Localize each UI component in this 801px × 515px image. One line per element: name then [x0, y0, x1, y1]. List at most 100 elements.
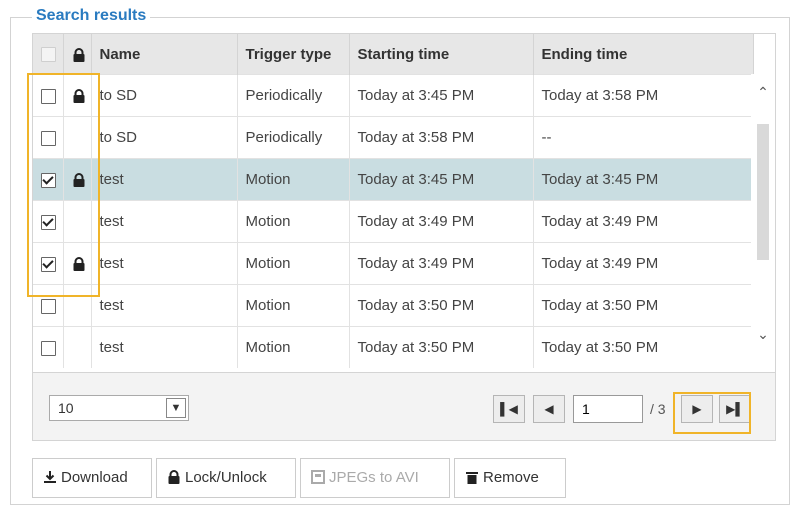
table-row[interactable]: to SD Periodically Today at 3:58 PM --: [33, 116, 754, 159]
row-checkbox-cell[interactable]: [33, 242, 64, 285]
row-checkbox[interactable]: [41, 88, 56, 104]
row-checkbox-cell[interactable]: [33, 158, 64, 201]
cell-ending-time: Today at 3:58 PM: [533, 74, 754, 117]
row-checkbox[interactable]: [41, 130, 56, 146]
cell-name: to SD: [91, 116, 238, 159]
cell-ending-time: Today at 3:45 PM: [533, 158, 754, 201]
last-page-icon: ▶▌: [726, 402, 744, 416]
row-lock-cell: [63, 200, 92, 243]
row-checkbox-cell[interactable]: [33, 200, 64, 243]
previous-page-icon: ◀: [544, 402, 554, 416]
row-checkbox-cell[interactable]: [33, 116, 64, 159]
page-number-input[interactable]: [573, 395, 643, 423]
next-page-icon: ▶: [692, 402, 702, 416]
row-checkbox[interactable]: [41, 340, 56, 356]
table-row[interactable]: test Motion Today at 3:45 PM Today at 3:45 …: [33, 158, 754, 201]
cell-trigger-type: Motion: [237, 158, 350, 201]
cell-name: test: [91, 284, 238, 327]
row-checkbox[interactable]: [41, 256, 56, 272]
results-table: Name Trigger type Starting time Ending t…: [33, 34, 754, 368]
lock-icon: [73, 173, 84, 188]
lock-icon: [73, 89, 84, 104]
row-checkbox-cell[interactable]: [33, 284, 64, 327]
table-scrollbar[interactable]: ⌃ ⌄: [751, 74, 775, 372]
scrollbar-thumb[interactable]: [757, 124, 769, 260]
table-row[interactable]: test Motion Today at 3:49 PM Today at 3:49 …: [33, 200, 754, 243]
select-all-header[interactable]: [33, 34, 64, 75]
table-row[interactable]: test Motion Today at 3:49 PM Today at 3:49 …: [33, 242, 754, 285]
previous-page-button[interactable]: ◀: [533, 395, 565, 423]
remove-button[interactable]: Remove: [454, 458, 566, 498]
scroll-up-icon[interactable]: ⌃: [755, 84, 771, 100]
cell-ending-time: Today at 3:49 PM: [533, 242, 754, 285]
column-header-name[interactable]: Name: [91, 34, 238, 75]
row-checkbox-cell[interactable]: [33, 74, 64, 117]
pager-bar: 10 ▼ ▌◀ ◀ / 3 ▶ ▶▌: [32, 373, 776, 441]
first-page-icon: ▌◀: [500, 402, 518, 416]
page-size-select[interactable]: 10 ▼: [49, 395, 189, 421]
row-checkbox-cell[interactable]: [33, 326, 64, 368]
cell-name: to SD: [91, 74, 238, 117]
cell-starting-time: Today at 3:49 PM: [349, 242, 534, 285]
row-lock-cell: [63, 74, 92, 117]
film-icon: [311, 470, 325, 484]
row-lock-cell: [63, 158, 92, 201]
last-page-button[interactable]: ▶▌: [719, 395, 751, 423]
cell-trigger-type: Motion: [237, 200, 350, 243]
panel-title: Search results: [32, 7, 151, 25]
cell-starting-time: Today at 3:58 PM: [349, 116, 534, 159]
table-row[interactable]: test Motion Today at 3:50 PM Today at 3:50 …: [33, 284, 754, 327]
row-lock-cell: [63, 326, 92, 368]
table-row[interactable]: to SD Periodically Today at 3:45 PM Today a…: [33, 74, 754, 117]
first-page-button[interactable]: ▌◀: [493, 395, 525, 423]
lock-unlock-button[interactable]: Lock/Unlock: [156, 458, 296, 498]
cell-trigger-type: Periodically: [237, 116, 350, 159]
chevron-down-icon[interactable]: ▼: [166, 398, 186, 418]
table-header-row: Name Trigger type Starting time Ending t…: [33, 34, 754, 75]
cell-trigger-type: Motion: [237, 242, 350, 285]
cell-starting-time: Today at 3:45 PM: [349, 158, 534, 201]
lock-icon: [73, 257, 84, 272]
select-all-checkbox[interactable]: [41, 47, 56, 63]
row-lock-cell: [63, 284, 92, 327]
row-lock-cell: [63, 116, 92, 159]
next-page-button[interactable]: ▶: [681, 395, 713, 423]
trash-icon: [466, 472, 478, 484]
jpegs-to-avi-label: JPEGs to AVI: [329, 469, 419, 486]
download-icon: [44, 471, 56, 483]
cell-ending-time: Today at 3:49 PM: [533, 200, 754, 243]
cell-name: test: [91, 326, 238, 368]
download-label: Download: [61, 469, 128, 486]
cell-starting-time: Today at 3:50 PM: [349, 326, 534, 368]
column-header-ending-time[interactable]: Ending time: [533, 34, 754, 75]
cell-starting-time: Today at 3:49 PM: [349, 200, 534, 243]
table-row[interactable]: test Motion Today at 3:50 PM Today at 3:50 …: [33, 326, 754, 368]
cell-name: test: [91, 242, 238, 285]
cell-ending-time: Today at 3:50 PM: [533, 326, 754, 368]
lock-icon: [168, 470, 180, 484]
total-pages-label: / 3: [650, 401, 666, 417]
download-button[interactable]: Download: [32, 458, 152, 498]
cell-starting-time: Today at 3:45 PM: [349, 74, 534, 117]
cell-trigger-type: Periodically: [237, 74, 350, 117]
cell-name: test: [91, 158, 238, 201]
cell-ending-time: --: [533, 116, 754, 159]
cell-trigger-type: Motion: [237, 284, 350, 327]
remove-label: Remove: [483, 469, 539, 486]
scroll-down-icon[interactable]: ⌄: [755, 326, 771, 342]
cell-ending-time: Today at 3:50 PM: [533, 284, 754, 327]
column-header-trigger-type[interactable]: Trigger type: [237, 34, 350, 75]
results-table-container: Name Trigger type Starting time Ending t…: [32, 33, 776, 373]
lock-header: [63, 34, 92, 75]
column-header-starting-time[interactable]: Starting time: [349, 34, 534, 75]
jpegs-to-avi-button[interactable]: JPEGs to AVI: [300, 458, 450, 498]
row-checkbox[interactable]: [41, 172, 56, 188]
row-checkbox[interactable]: [41, 214, 56, 230]
row-checkbox[interactable]: [41, 298, 56, 314]
lock-icon: [73, 47, 84, 62]
page-size-value: 10: [58, 400, 74, 416]
cell-trigger-type: Motion: [237, 326, 350, 368]
lock-unlock-label: Lock/Unlock: [185, 469, 267, 486]
cell-starting-time: Today at 3:50 PM: [349, 284, 534, 327]
row-lock-cell: [63, 242, 92, 285]
